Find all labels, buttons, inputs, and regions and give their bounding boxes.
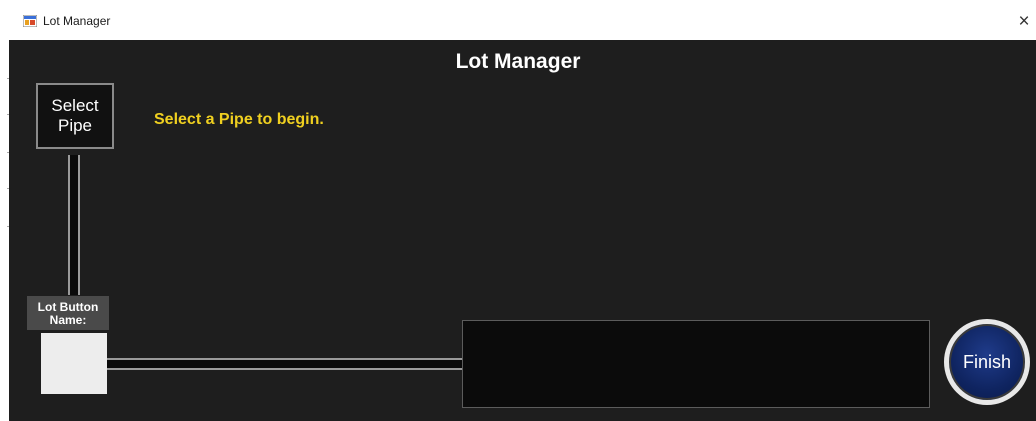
page-title: Lot Manager [455, 50, 581, 73]
finish-label: Finish [962, 352, 1011, 372]
lot-button-name-label: Lot Button Name: [27, 296, 109, 330]
pipe-connector-horizontal [107, 358, 463, 370]
close-icon[interactable]: × [1012, 8, 1036, 36]
select-pipe-label: Select Pipe [51, 96, 99, 135]
window-title: Lot Manager [43, 14, 111, 28]
lot-button-swatch[interactable] [41, 333, 107, 394]
app-window-icon [23, 15, 37, 27]
lot-display-panel [462, 320, 930, 408]
instruction-text: Select a Pipe to begin. [154, 111, 324, 128]
finish-button[interactable]: Finish [944, 319, 1030, 405]
main-panel: Lot Manager Select Pipe Select a Pipe to… [9, 40, 1036, 421]
lot-button-name-text: Lot Button Name: [37, 299, 99, 327]
select-pipe-button[interactable]: Select Pipe [36, 83, 114, 149]
window-titlebar: Lot Manager × [0, 0, 1036, 40]
pipe-connector-vertical [68, 155, 80, 295]
window-left-frame [0, 40, 9, 421]
